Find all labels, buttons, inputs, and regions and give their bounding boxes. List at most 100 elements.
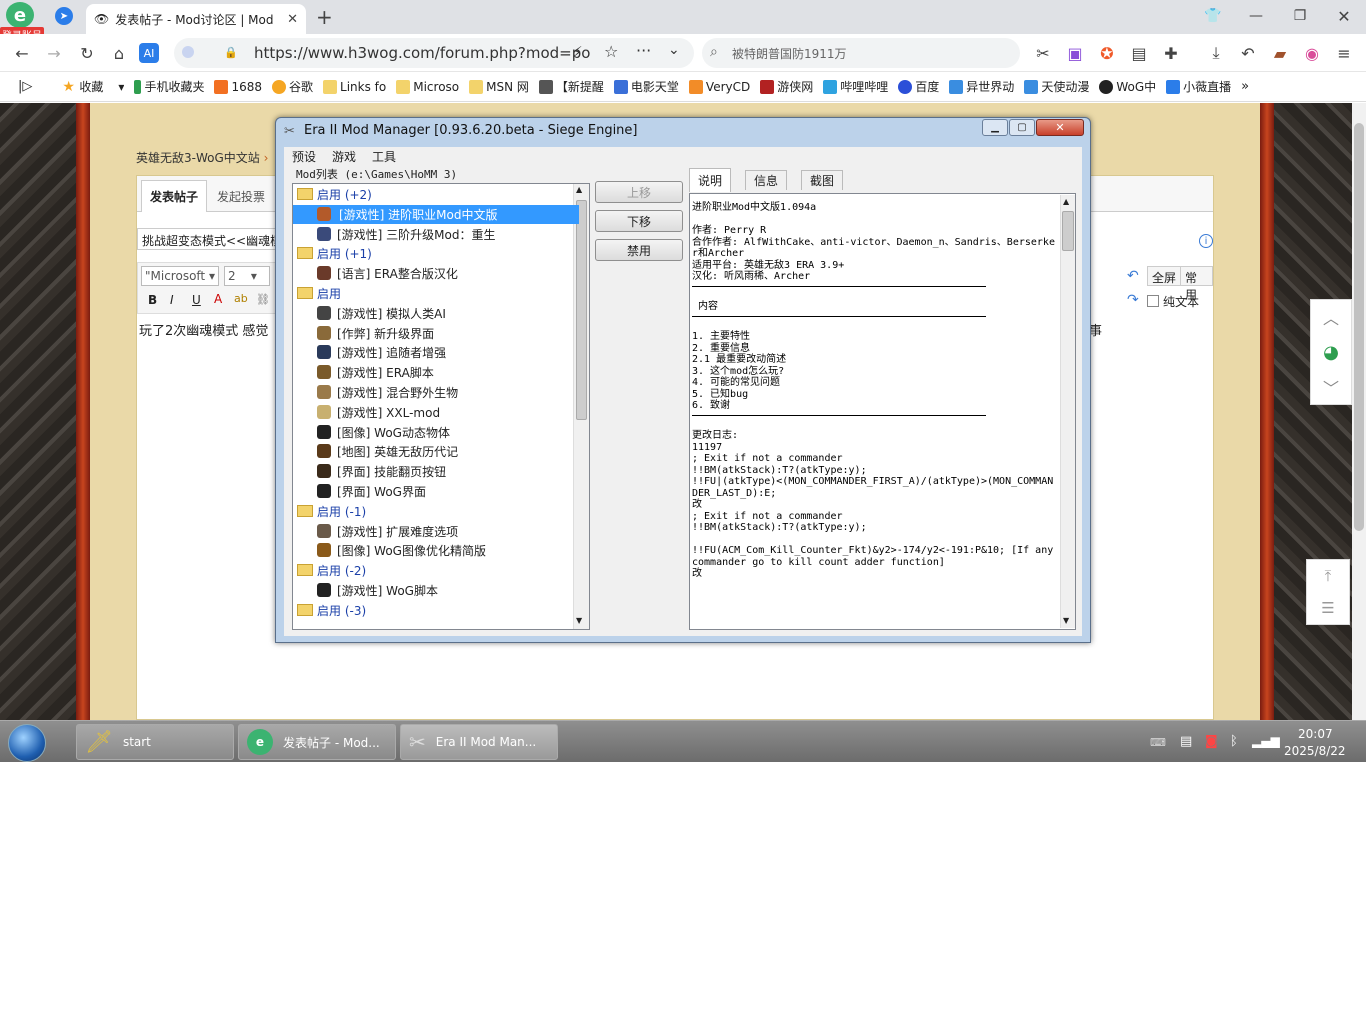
close-window-button[interactable]: ✕ [1331, 4, 1357, 28]
bookmark-item[interactable]: Microso [396, 79, 459, 94]
tab-post[interactable]: 发表帖子 [141, 180, 207, 212]
tab-description[interactable]: 说明 [689, 168, 732, 192]
search-input[interactable]: ⌕ 被特朗普国防1911万 [702, 38, 1020, 68]
fullscreen-button[interactable]: 全屏 [1147, 266, 1182, 286]
clock-date[interactable]: 2025/8/22 [1284, 744, 1346, 758]
plaintext-checkbox[interactable] [1147, 295, 1159, 307]
bookmark-item[interactable]: 小薇直播 [1166, 78, 1231, 95]
start-orb-icon[interactable] [8, 724, 46, 762]
bookmark-item[interactable]: 游侠网 [760, 78, 813, 95]
extensions-icon[interactable]: ✚ [1159, 41, 1183, 65]
tree-item[interactable]: [语言] ERA整合版汉化 [293, 264, 579, 283]
sidebar-toggle-icon[interactable]: |▷ [18, 79, 32, 94]
tree-item[interactable]: [游戏性] 三阶升级Mod：重生 [293, 225, 579, 244]
download-icon[interactable]: ⤓ [1204, 41, 1228, 65]
scrollbar-thumb[interactable] [1354, 123, 1364, 531]
tree-item[interactable]: [游戏性] ERA脚本 [293, 363, 579, 382]
tree-group[interactable]: 启用 (-2) [293, 561, 579, 580]
bookmark-item[interactable]: 异世界动 [949, 78, 1014, 95]
tree-item[interactable]: [游戏性] 模拟人类AI [293, 304, 579, 323]
tree-item[interactable]: [图像] WoG图像优化精简版 [293, 541, 579, 560]
tree-item[interactable]: [游戏性] 追随者增强 [293, 343, 579, 362]
tree-group[interactable]: 启用 [293, 284, 579, 303]
url-bar[interactable]: 🔒 https://www.h3wog.com/forum.php?mod=po… [174, 38, 694, 68]
home-icon[interactable]: ⌂ [107, 41, 131, 65]
list-icon[interactable]: ☰ [1321, 592, 1334, 624]
text-color-icon[interactable]: A [214, 292, 222, 306]
bookmark-item[interactable]: MSN 网 [469, 78, 529, 95]
more-icon[interactable]: ··· [636, 41, 651, 60]
clock-time[interactable]: 20:07 [1298, 727, 1333, 741]
bookmark-item[interactable]: 电影天堂 [613, 78, 679, 95]
underline-icon[interactable]: U [192, 293, 201, 307]
mod-tree[interactable]: ▲ ▼ 启用 (+2) [游戏性] 进阶职业Mod中文版 [游戏性] 三阶升级Mod… [292, 183, 590, 630]
redo-icon[interactable]: ↷ [1127, 292, 1139, 308]
dialog-minimize-button[interactable]: ▁ [982, 119, 1008, 136]
back-to-top-icon[interactable]: ⤒ [1325, 560, 1332, 592]
scroll-up-arrow-icon[interactable]: ▲ [1063, 197, 1069, 206]
back-icon[interactable]: ← [10, 41, 34, 65]
lightning-icon[interactable]: ⚡ [572, 43, 583, 61]
browser-logo-icon[interactable]: e [6, 2, 34, 28]
tree-item[interactable]: [地图] 英雄无敌历代记 [293, 442, 579, 461]
clipboard-icon[interactable]: ▤ [1180, 734, 1192, 749]
star-icon[interactable]: ☆ [604, 42, 618, 61]
disable-button[interactable]: 禁用 [595, 239, 683, 261]
menu-preset[interactable]: 预设 [292, 148, 316, 165]
tree-item[interactable]: [游戏性] WoG脚本 [293, 581, 579, 600]
dialog-close-button[interactable]: ✕ [1036, 119, 1084, 136]
italic-icon[interactable]: I [170, 293, 174, 307]
tree-group[interactable]: 启用 (-1) [293, 502, 579, 521]
tree-item[interactable]: [游戏性] 进阶职业Mod中文版 [293, 204, 579, 224]
briefcase-icon[interactable]: ▰ [1268, 41, 1292, 65]
tab-info[interactable]: 信息 [745, 170, 788, 190]
ai-icon[interactable]: AI [139, 43, 159, 63]
scroll-down-arrow-icon[interactable]: ▼ [1063, 616, 1069, 625]
tree-group[interactable]: 启用 (-3) [293, 601, 579, 620]
scissors-icon[interactable]: ✂ [1031, 41, 1055, 65]
tree-item[interactable]: [图像] WoG动态物体 [293, 423, 579, 442]
pinned-tab-icon[interactable]: ➤ [55, 7, 73, 25]
shirt-icon[interactable]: 👕 [1200, 4, 1226, 28]
dialog-maximize-button[interactable]: ▢ [1009, 119, 1035, 136]
font-select[interactable]: "Microsoft ▾ [141, 266, 219, 286]
more-bookmarks-icon[interactable]: » [1241, 79, 1249, 94]
signal-icon[interactable]: ▂▄▆ [1252, 734, 1280, 748]
forward-icon[interactable]: → [42, 41, 66, 65]
game-icon[interactable]: ✪ [1095, 41, 1119, 65]
minimize-button[interactable]: — [1243, 4, 1269, 28]
page-scrollbar[interactable] [1352, 103, 1366, 720]
undo-icon[interactable]: ↶ [1127, 268, 1139, 284]
tab-vote[interactable]: 发起投票 [217, 188, 265, 205]
site-info-icon[interactable] [182, 46, 194, 58]
new-tab-button[interactable]: + [316, 5, 333, 29]
highlight-icon[interactable]: ab [234, 292, 248, 305]
bookmark-item[interactable]: 1688 [214, 79, 262, 94]
menu-game[interactable]: 游戏 [332, 148, 356, 165]
bookmark-item[interactable]: 谷歌 [272, 78, 313, 95]
profile-icon[interactable]: ◉ [1300, 41, 1324, 65]
volume-muted-icon[interactable]: ◙ [1205, 734, 1218, 749]
bookmark-item[interactable]: 天使动漫 [1024, 78, 1089, 95]
link-icon[interactable]: ⛓ [256, 293, 270, 306]
bookmark-item[interactable]: 【新提醒 [538, 78, 604, 95]
tree-item[interactable]: [界面] WoG界面 [293, 482, 579, 501]
wechat-icon[interactable]: ◕ [1323, 334, 1339, 370]
bookmark-item[interactable]: WoG中 [1099, 78, 1156, 95]
move-down-button[interactable]: 下移 [595, 210, 683, 232]
tab-active[interactable]: 👁 发表帖子 - Mod讨论区 | Mod ✕ [86, 4, 306, 34]
translate-icon[interactable]: ▣ [1063, 41, 1087, 65]
bookmark-item[interactable]: VeryCD [688, 79, 750, 94]
info-icon[interactable]: i [1199, 234, 1213, 248]
bluetooth-icon[interactable]: ᛒ [1230, 734, 1238, 749]
move-up-button[interactable]: 上移 [595, 181, 683, 203]
desc-scrollbar[interactable]: ▲ ▼ [1060, 195, 1075, 628]
undo-icon[interactable]: ↶ [1236, 41, 1260, 65]
tree-item[interactable]: [游戏性] 混合野外生物 [293, 383, 579, 402]
tree-item[interactable]: [作弊] 新升级界面 [293, 324, 579, 343]
tab-screenshots[interactable]: 截图 [801, 170, 844, 190]
tree-group[interactable]: 启用 (+1) [293, 244, 579, 263]
common-button[interactable]: 常用 [1180, 266, 1213, 302]
taskbar-start[interactable]: 🗡 start [76, 724, 234, 760]
taskbar-browser[interactable]: e 发表帖子 - Mod... [238, 724, 396, 760]
